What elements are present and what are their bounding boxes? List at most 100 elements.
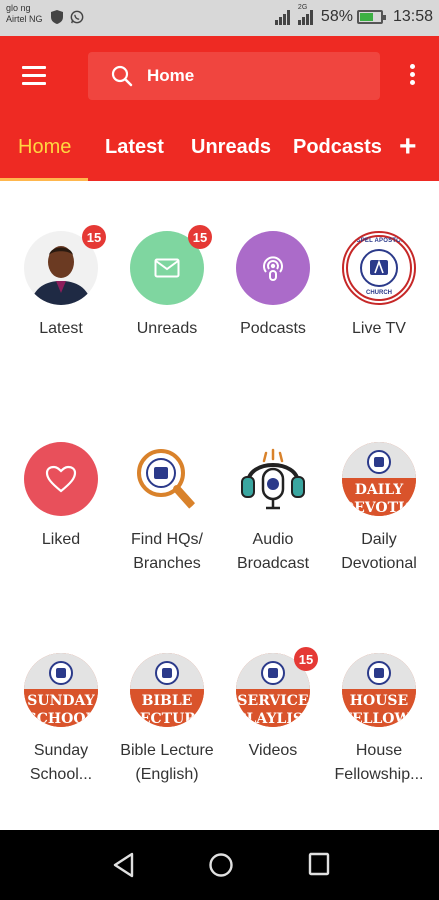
grid-item-podcasts[interactable]: Podcasts: [218, 231, 328, 341]
tab-unreads[interactable]: Unreads: [191, 136, 271, 159]
grid-item-find-hqs[interactable]: Find HQs/ Branches: [112, 442, 222, 576]
heart-icon: [45, 465, 77, 493]
tab-home[interactable]: Home: [18, 136, 71, 159]
shield-icon: [51, 10, 63, 24]
find-hqs-circle: [130, 442, 204, 516]
recents-icon[interactable]: [308, 852, 330, 876]
signal-2g-icon: 2G: [297, 4, 313, 25]
add-tab-icon[interactable]: +: [399, 130, 417, 164]
whatsapp-icon: [70, 10, 84, 24]
liked-label: Liked: [41, 531, 81, 548]
menu-icon[interactable]: [22, 66, 46, 86]
grid-item-house-fellowship[interactable]: HOUSE FELLOWSHIP House Fellowship...: [324, 653, 434, 787]
daily-devotional-thumbnail: DAILY DEVOTION: [342, 442, 416, 516]
daily-devotional-label-line2: Devotional: [341, 555, 417, 572]
church-logo-icon: [367, 661, 391, 685]
system-nav-bar: [0, 830, 439, 900]
bible-lecture-thumbnail: BIBLE LECTURE: [130, 653, 204, 727]
unreads-label: Unreads: [136, 320, 198, 337]
grid-item-latest[interactable]: 15 Latest: [6, 225, 116, 341]
audio-broadcast-circle: [236, 442, 310, 516]
band-line1: SERVICE: [237, 693, 309, 709]
podcast-icon: [263, 256, 283, 281]
headphones-mic-icon: [241, 448, 305, 510]
grid-item-audio-broadcast[interactable]: Audio Broadcast: [218, 442, 328, 576]
thumbnail-band: SUNDAY SCHOOL: [24, 689, 98, 727]
bible-lecture-label-line1: Bible Lecture: [120, 742, 214, 759]
sunday-school-label-line2: School...: [29, 766, 93, 783]
sunday-school-label: Sunday School...: [6, 739, 116, 787]
church-logo-icon: [367, 450, 391, 474]
latest-avatar: 15: [24, 225, 106, 305]
find-hqs-label: Find HQs/ Branches: [112, 528, 222, 576]
find-hqs-label-line1: Find HQs/: [130, 531, 203, 548]
logo-top-text: GOSPEL APOSTOLIC: [346, 238, 412, 244]
more-options-icon[interactable]: [408, 64, 416, 90]
carrier-info: glo ng Airtel NG: [6, 3, 43, 25]
church-logo-icon: [49, 661, 73, 685]
band-line1: DAILY: [354, 482, 404, 498]
podcasts-circle: [236, 231, 310, 305]
latest-label: Latest: [39, 320, 83, 337]
grid-item-live-tv[interactable]: GOSPEL APOSTOLIC CHURCH Live TV: [324, 231, 434, 341]
logo-bottom-text: CHURCH: [366, 290, 392, 296]
thumbnail-band: DAILY DEVOTION: [342, 478, 416, 516]
grid-item-unreads[interactable]: 15 Unreads: [112, 225, 222, 341]
band-line2: FELLOWSHIP: [342, 711, 416, 727]
bible-lecture-label-line2: (English): [135, 766, 199, 783]
network-tag: 2G: [297, 4, 308, 11]
thumbnail-band: HOUSE FELLOWSHIP: [342, 689, 416, 727]
battery-icon: [356, 10, 386, 24]
unreads-circle: 15: [130, 225, 212, 305]
grid-item-videos[interactable]: SERVICE PLAYLIST 15 Videos: [218, 647, 328, 763]
tab-bar: Home Latest Unreads Podcasts +: [0, 128, 439, 181]
band-line1: BIBLE: [141, 693, 193, 709]
thumbnail-band: SERVICE PLAYLIST: [236, 689, 310, 727]
thumbnail-band: BIBLE LECTURE: [130, 689, 204, 727]
signal-icon: [274, 9, 290, 25]
band-line2: DEVOTION: [342, 500, 416, 516]
house-fellowship-label: House Fellowship...: [324, 739, 434, 787]
back-icon[interactable]: [112, 852, 136, 878]
clock: 13:58: [392, 8, 433, 25]
videos-badge: 15: [294, 647, 318, 671]
bible-lecture-label: Bible Lecture (English): [112, 739, 222, 787]
status-bar: glo ng Airtel NG 2G 58% 13:58: [0, 0, 439, 36]
podcasts-label: Podcasts: [240, 320, 306, 337]
church-logo-icon: [261, 661, 285, 685]
app-bar: Home Home Latest Unreads Podcasts +: [0, 36, 439, 181]
sunday-school-thumbnail: SUNDAY SCHOOL: [24, 653, 98, 727]
live-tv-label: Live TV: [352, 320, 406, 337]
house-fellowship-label-line2: Fellowship...: [334, 766, 424, 783]
band-line1: SUNDAY: [27, 693, 95, 709]
home-icon[interactable]: [208, 852, 234, 878]
search-placeholder: Home: [147, 66, 195, 85]
audio-broadcast-label: Audio Broadcast: [218, 528, 328, 576]
grid-item-daily-devotional[interactable]: DAILY DEVOTION Daily Devotional: [324, 442, 434, 576]
find-hqs-label-line2: Branches: [133, 555, 201, 572]
band-line1: HOUSE: [349, 693, 409, 709]
carrier-line-2: Airtel NG: [6, 14, 43, 24]
grid-item-bible-lecture[interactable]: BIBLE LECTURE Bible Lecture (English): [112, 653, 222, 787]
house-fellowship-thumbnail: HOUSE FELLOWSHIP: [342, 653, 416, 727]
search-icon: [111, 65, 133, 87]
sunday-school-label-line1: Sunday: [33, 742, 89, 759]
tab-latest[interactable]: Latest: [105, 136, 164, 159]
status-indicators: 2G 58% 13:58: [274, 4, 433, 26]
church-logo-icon: [155, 661, 179, 685]
liked-circle: [24, 442, 98, 516]
band-line2: SCHOOL: [26, 711, 96, 727]
videos-label: Videos: [248, 742, 298, 759]
grid-item-liked[interactable]: Liked: [6, 442, 116, 552]
grid-item-sunday-school[interactable]: SUNDAY SCHOOL Sunday School...: [6, 653, 116, 787]
tab-podcasts[interactable]: Podcasts: [293, 136, 382, 159]
audio-broadcast-label-line1: Audio: [252, 531, 294, 548]
search-bar[interactable]: Home: [88, 52, 380, 100]
videos-thumbnail: SERVICE PLAYLIST 15: [236, 647, 318, 727]
latest-badge: 15: [82, 225, 106, 249]
band-line2: LECTURE: [130, 711, 204, 727]
unreads-badge: 15: [188, 225, 212, 249]
active-tab-indicator: [0, 178, 88, 181]
audio-broadcast-label-line2: Broadcast: [236, 555, 310, 572]
mail-icon: [154, 258, 180, 278]
